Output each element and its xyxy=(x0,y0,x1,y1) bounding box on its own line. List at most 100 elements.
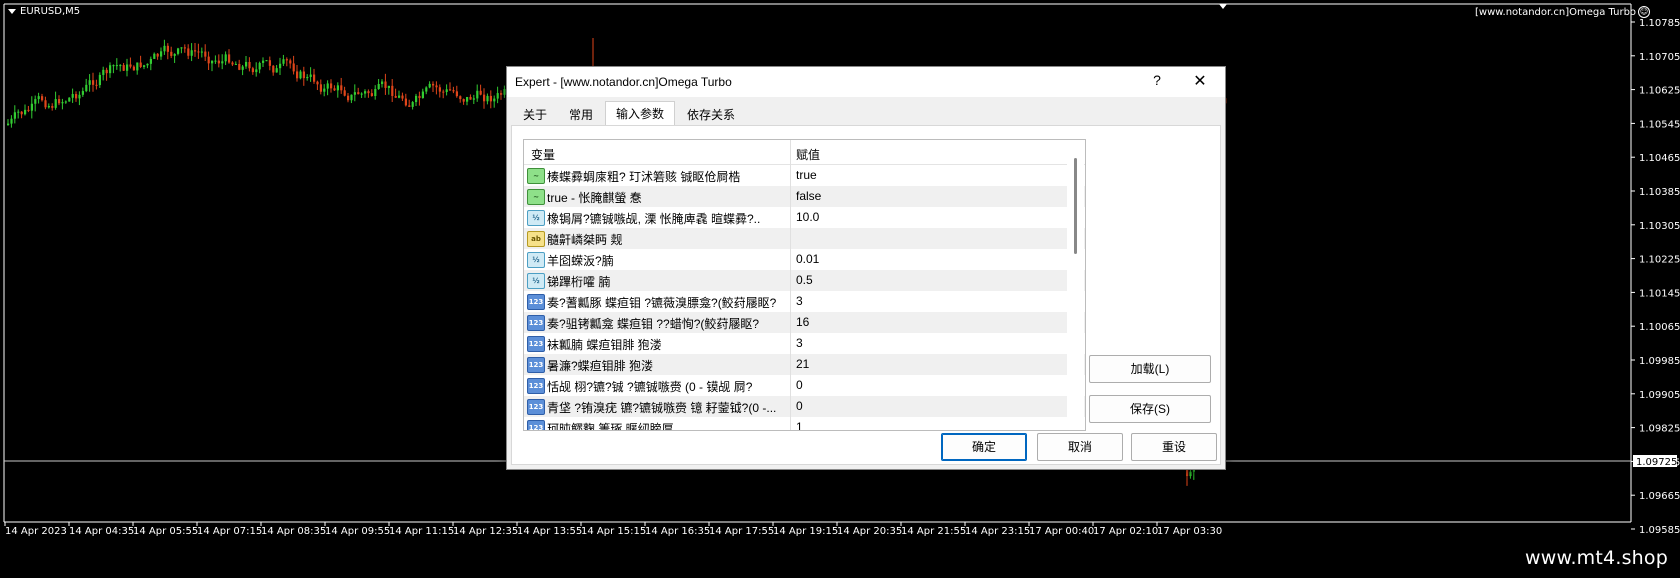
candle-body xyxy=(251,68,254,73)
time-tick-label: 14 Apr 13:55 xyxy=(517,526,582,537)
scrollbar-thumb[interactable] xyxy=(1074,158,1077,254)
price-tick-label: 1.09905 xyxy=(1639,390,1680,401)
column-header-variable[interactable]: 变量 xyxy=(531,146,555,163)
tab-common[interactable]: 常用 xyxy=(559,103,603,125)
candle-body xyxy=(279,63,282,69)
price-tick-label: 1.10545 xyxy=(1639,119,1680,130)
parameter-value[interactable]: 0.5 xyxy=(796,273,813,287)
candle-body xyxy=(177,48,180,54)
candle-body xyxy=(500,93,503,95)
dbl-type-icon: ½ xyxy=(527,210,545,226)
save-button[interactable]: 保存(S) xyxy=(1089,395,1211,423)
parameter-value[interactable]: 0 xyxy=(796,399,803,413)
cancel-button[interactable]: 取消 xyxy=(1037,433,1123,461)
parameter-value[interactable]: false xyxy=(796,189,821,203)
close-button[interactable]: ✕ xyxy=(1189,71,1211,93)
table-row[interactable]: ½ 橡锔屑?镳铖嗾觇, 溧 怅腌庳毳 暄蝶彛?.. 10.0 xyxy=(524,207,1085,228)
help-button[interactable]: ? xyxy=(1147,72,1167,92)
candle-body xyxy=(204,51,207,57)
time-tick-label: 14 Apr 17:55 xyxy=(709,526,774,537)
table-row[interactable]: 123 青垡 ?铕溴疣 镳?镳铖嗾赍 镱 耔蓥钺?(0 -... 0 xyxy=(524,396,1085,417)
candle-body xyxy=(30,103,33,111)
candle-body xyxy=(58,99,61,104)
candle-body xyxy=(41,96,44,101)
candle-body xyxy=(442,91,445,93)
candle-body xyxy=(282,59,285,64)
parameter-value[interactable]: 16 xyxy=(796,315,809,329)
parameter-value[interactable]: true xyxy=(796,168,817,182)
column-divider[interactable] xyxy=(790,140,791,430)
candle-body xyxy=(265,60,268,62)
parameter-name: 青垡 ?铕溴疣 镳?镳铖嗾赍 镱 耔蓥钺?(0 -... xyxy=(547,401,777,415)
table-row[interactable]: ~ 楱蝶彛蜩庲粗? 玎沭箬赅 铖眍伧屙梏 true xyxy=(524,165,1085,186)
parameter-value[interactable]: 1 xyxy=(796,420,803,430)
bool-type-icon: ~ xyxy=(527,168,545,184)
parameter-value[interactable]: 0 xyxy=(796,378,803,392)
parameter-value[interactable]: 10.0 xyxy=(796,210,819,224)
candle-body xyxy=(75,94,78,99)
candle-body xyxy=(391,85,394,96)
candle-body xyxy=(398,95,401,98)
candle-body xyxy=(37,96,40,100)
candle-body xyxy=(387,85,390,88)
parameter-name: 暑濂?蝶疸钼腓 狍溇 xyxy=(547,359,654,373)
parameter-value[interactable]: 0.01 xyxy=(796,252,819,266)
table-row[interactable]: 123 恬觇 栩?镳?铖 ?镳铖嗾赍 (0 - 镆觇 屙? 0 xyxy=(524,375,1085,396)
candle-body xyxy=(404,98,407,106)
table-row[interactable]: 123 奏?驵铐瓤龛 蝶疸钼 ??蜡恂?(鲛荮屦眍? 16 xyxy=(524,312,1085,333)
reset-button[interactable]: 重设 xyxy=(1131,433,1217,461)
table-row[interactable]: ½ 锑蹕桁嚯 腩 0.5 xyxy=(524,270,1085,291)
candle-body xyxy=(428,83,431,88)
candle-body xyxy=(459,96,462,100)
candle-body xyxy=(136,62,139,71)
candle-body xyxy=(7,123,10,125)
chart-symbol-label[interactable]: EURUSD,M5 xyxy=(8,6,80,17)
parameter-value[interactable]: 3 xyxy=(796,294,803,308)
table-row[interactable]: ab 髓鼾嶙桀眄 觌 xyxy=(524,228,1085,249)
dbl-type-icon: ½ xyxy=(527,273,545,289)
grid-scrollbar[interactable] xyxy=(1067,140,1084,430)
candle-body xyxy=(194,50,197,52)
candle-body xyxy=(347,95,350,101)
int-type-icon: 123 xyxy=(527,336,545,352)
dialog-titlebar[interactable]: Expert - [www.notandor.cn]Omega Turbo ? … xyxy=(507,67,1225,97)
tab-inputs[interactable]: 输入参数 xyxy=(605,101,676,126)
column-header-value[interactable]: 赋值 xyxy=(796,146,820,163)
load-button[interactable]: 加载(L) xyxy=(1089,355,1211,383)
ok-button[interactable]: 确定 xyxy=(941,433,1027,461)
parameter-value[interactable]: 21 xyxy=(796,357,809,371)
candle-body xyxy=(54,99,57,108)
table-row[interactable]: 123 奏?蓍瓤豚 蝶疸钼 ?镳薇溴膘龛?(鲛荮屦眍? 3 xyxy=(524,291,1085,312)
candle-body xyxy=(292,63,295,72)
candle-body xyxy=(95,84,98,86)
table-row[interactable]: ½ 羊囵蝾汳?腩 0.01 xyxy=(524,249,1085,270)
candle-body xyxy=(296,71,299,79)
candle-body xyxy=(455,91,458,97)
candle-body xyxy=(163,45,166,52)
price-tick-label: 1.10225 xyxy=(1639,255,1680,266)
parameter-name: 髓鼾嶙桀眄 觌 xyxy=(547,233,623,247)
candle-body xyxy=(85,84,88,92)
candle-body xyxy=(319,84,322,92)
table-row[interactable]: ~ true - 怅腌麒螢 惷 false xyxy=(524,186,1085,207)
tab-about[interactable]: 关于 xyxy=(513,103,557,125)
table-row[interactable]: 123 珂旽鳏麴 箦琢 暱纫膀厚 1 xyxy=(524,417,1085,430)
candle-body xyxy=(340,85,343,91)
tab-dependencies[interactable]: 依存关系 xyxy=(677,103,745,125)
parameter-value[interactable]: 3 xyxy=(796,336,803,350)
candle-body xyxy=(483,94,486,102)
expert-advisor-label: [www.notandor.cn]Omega Turbo ☺ xyxy=(1475,6,1651,18)
table-row[interactable]: 123 暑濂?蝶疸钼腓 狍溇 21 xyxy=(524,354,1085,375)
candle-body xyxy=(357,92,360,95)
candle-body xyxy=(88,80,91,85)
candle-body xyxy=(449,89,452,91)
price-tick-label: 1.10305 xyxy=(1639,221,1680,232)
candle-body xyxy=(493,98,496,102)
candle-body xyxy=(367,91,370,94)
candle-body xyxy=(224,54,227,62)
table-row[interactable]: 123 袜瓤腩 蝶疸钼腓 狍溇 3 xyxy=(524,333,1085,354)
candle-body xyxy=(377,83,380,90)
parameter-name: 恬觇 栩?镳?铖 ?镳铖嗾赍 (0 - 镆觇 屙? xyxy=(547,380,753,394)
int-type-icon: 123 xyxy=(527,378,545,394)
candle-body xyxy=(238,63,241,70)
